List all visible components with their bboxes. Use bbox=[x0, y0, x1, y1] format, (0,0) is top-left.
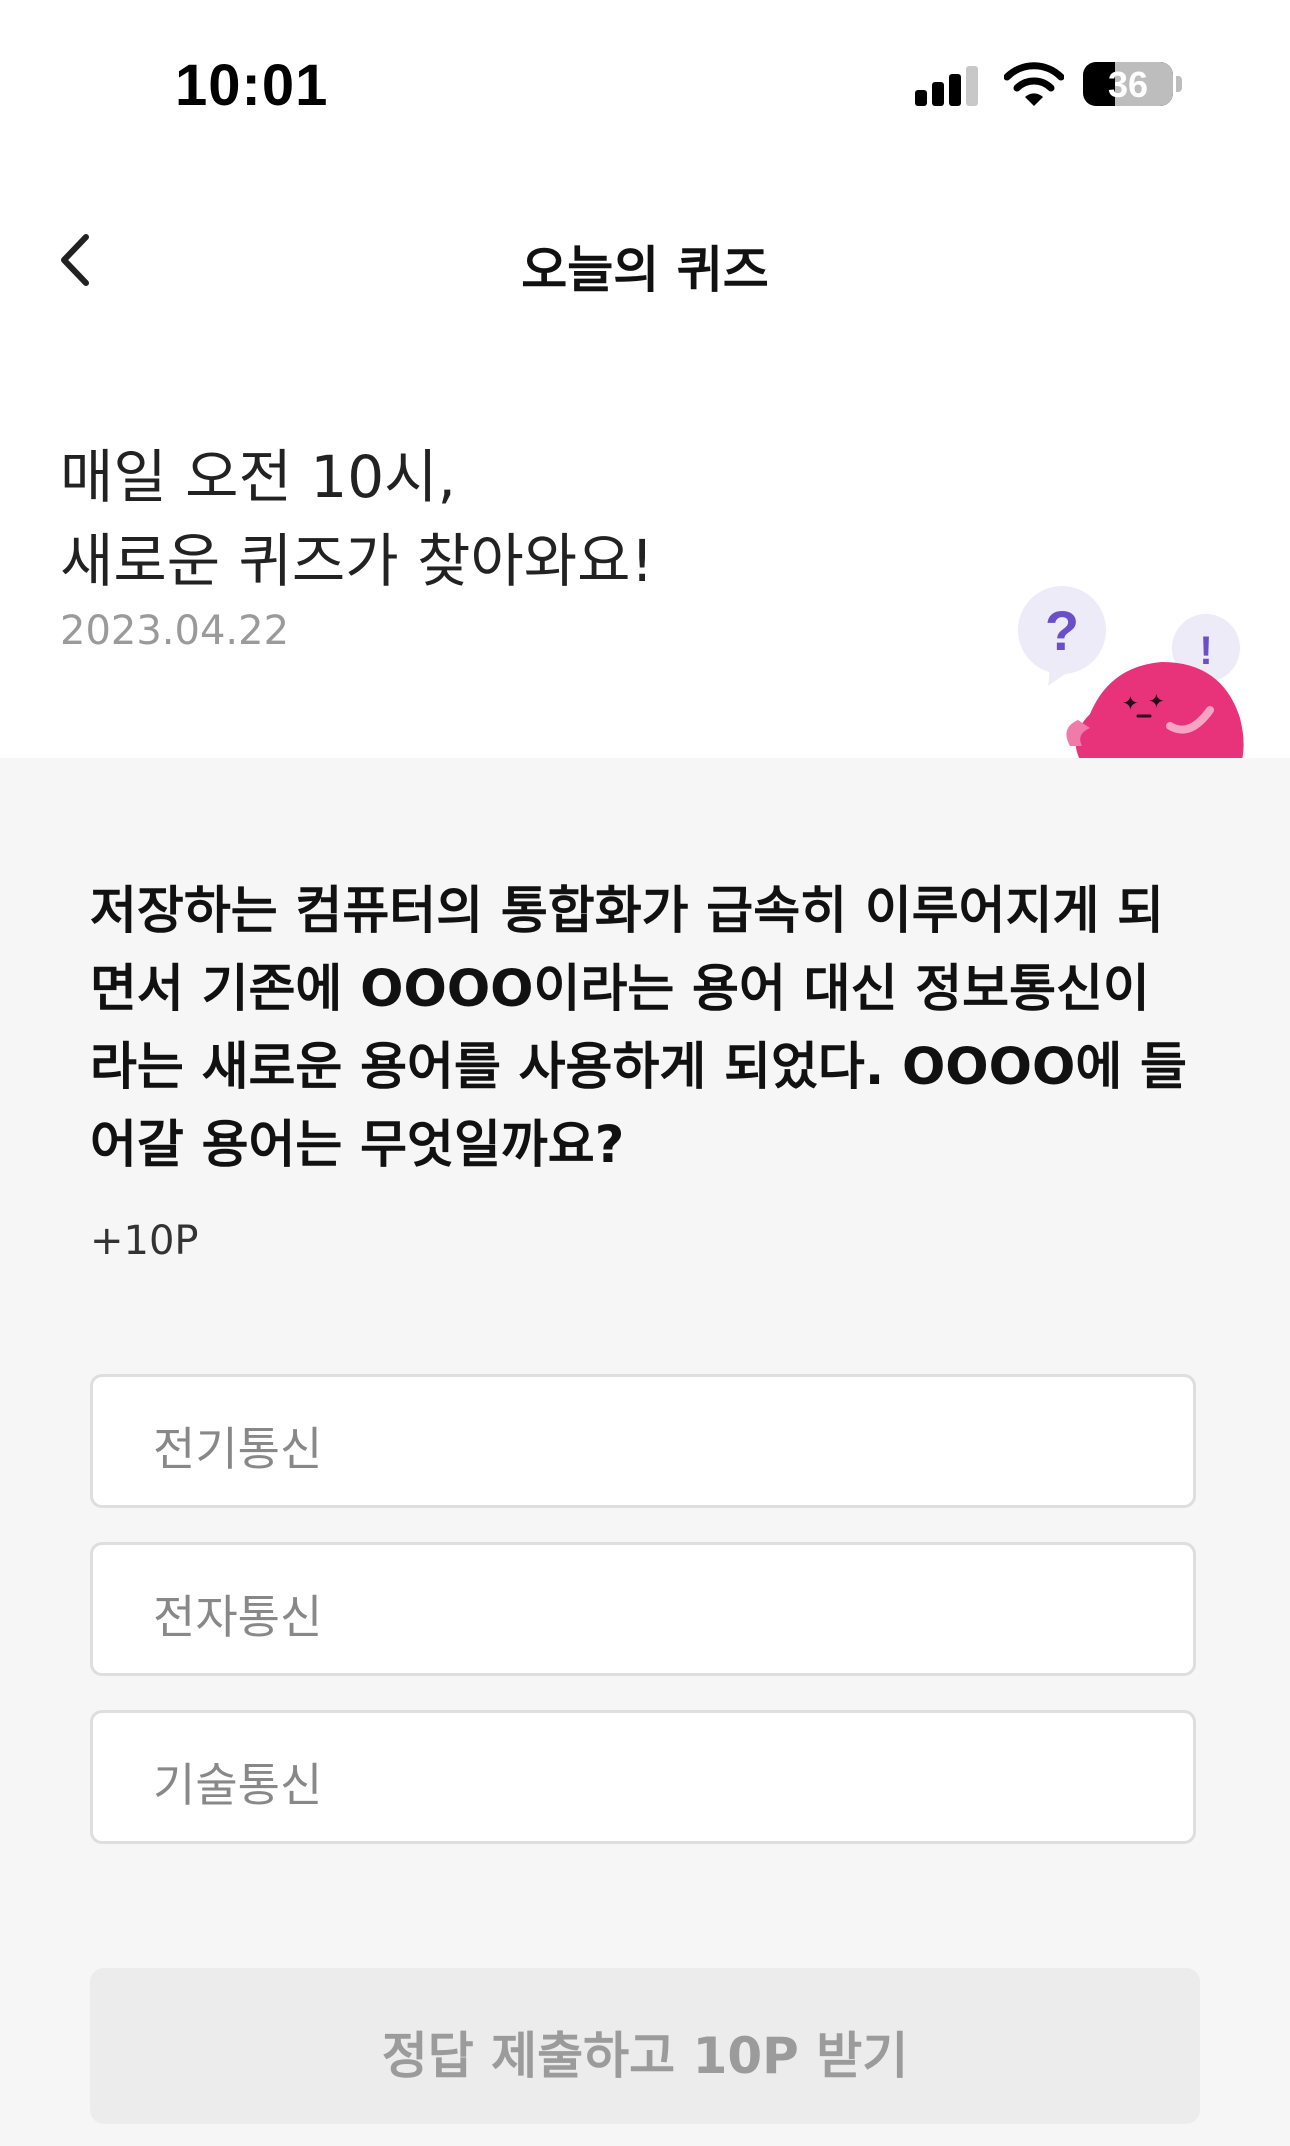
question-line: 저장하는 컴퓨터의 통합화가 급속히 이루어지게 되 bbox=[90, 882, 1165, 941]
quiz-date: 2023.04.22 bbox=[60, 608, 290, 654]
page-title: 오늘의 퀴즈 bbox=[521, 241, 769, 299]
question-line: 어갈 용어는 무엇일까요? bbox=[90, 1116, 625, 1175]
answer-option-label: 전자통신 bbox=[153, 1590, 323, 1644]
status-time: 10:01 bbox=[175, 53, 329, 118]
bubble-question-mark: ? bbox=[1045, 599, 1079, 662]
mascot-illustration: ? ! ✦ ✦ bbox=[1018, 586, 1244, 760]
reward-points: +10P bbox=[90, 1218, 199, 1264]
answer-option-2[interactable]: 전자통신 bbox=[90, 1542, 1196, 1676]
status-bar: 10:01 36 bbox=[0, 0, 1290, 170]
nav-bar: 오늘의 퀴즈 bbox=[0, 200, 1290, 320]
headline-line-1: 매일 오전 10시, bbox=[60, 443, 456, 511]
answer-option-1[interactable]: 전기통신 bbox=[90, 1374, 1196, 1508]
submit-answer-label: 정답 제출하고 10P 받기 bbox=[381, 2027, 909, 2085]
answer-option-label: 기술통신 bbox=[153, 1758, 323, 1812]
wifi-icon bbox=[1004, 62, 1064, 106]
question-line: 면서 기존에 OOOO이라는 용어 대신 정보통신이 bbox=[90, 960, 1150, 1019]
submit-answer-button[interactable]: 정답 제출하고 10P 받기 bbox=[90, 1968, 1200, 2124]
quiz-question: 저장하는 컴퓨터의 통합화가 급속히 이루어지게 되 면서 기존에 OOOO이라… bbox=[90, 873, 1200, 1185]
headline: 매일 오전 10시, 새로운 퀴즈가 찾아와요! bbox=[60, 435, 654, 603]
answer-option-3[interactable]: 기술통신 bbox=[90, 1710, 1196, 1844]
headline-line-2: 새로운 퀴즈가 찾아와요! bbox=[60, 527, 654, 595]
battery-percent: 36 bbox=[1107, 64, 1149, 105]
bubble-exclamation-mark: ! bbox=[1199, 629, 1212, 673]
quiz-panel: 저장하는 컴퓨터의 통합화가 급속히 이루어지게 되 면서 기존에 OOOO이라… bbox=[0, 758, 1290, 2146]
battery-tip bbox=[1176, 76, 1182, 92]
svg-text:✦: ✦ bbox=[1122, 691, 1139, 715]
svg-text:✦: ✦ bbox=[1148, 689, 1165, 713]
signal-icon bbox=[915, 66, 979, 106]
answer-option-label: 전기통신 bbox=[153, 1422, 323, 1476]
question-line: 라는 새로운 용어를 사용하게 되었다. OOOO에 들 bbox=[90, 1038, 1187, 1097]
battery-icon: 36 bbox=[1083, 62, 1173, 106]
